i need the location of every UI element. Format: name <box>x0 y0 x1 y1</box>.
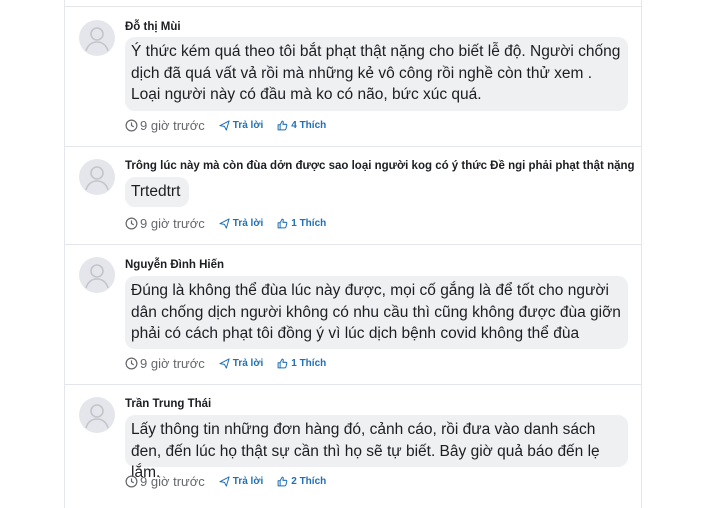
reply-button[interactable]: Trả lời <box>219 218 263 229</box>
paper-plane-icon <box>219 475 230 487</box>
comment-author: Nguyễn Đình Hiến <box>125 259 225 271</box>
time-label: 9 giờ trước <box>140 473 205 489</box>
reply-label: Trả lời <box>232 119 264 131</box>
comment-time: 9 giờ trước <box>125 216 205 231</box>
like-button[interactable]: 2 Thích <box>277 476 326 487</box>
paper-plane-icon <box>219 357 230 369</box>
comment-actions: 9 giờ trước Trả lời 1 Thích <box>125 215 326 231</box>
comment-time: 9 giờ trước <box>125 118 205 133</box>
paper-plane-icon <box>219 217 230 229</box>
comment-text: Lấy thông tin những đơn hàng đó, cảnh cá… <box>125 415 628 481</box>
comment-author: Trần Trung Thái <box>125 398 212 410</box>
time-label: 9 giờ trước <box>140 355 205 371</box>
user-silhouette-icon <box>85 264 109 289</box>
user-silhouette-icon <box>85 404 109 429</box>
paper-plane-icon <box>219 119 230 131</box>
clock-icon <box>125 357 138 369</box>
like-label: 2 Thích <box>291 475 327 487</box>
user-silhouette-icon <box>85 27 109 52</box>
comments-panel: Đỗ thị Mùi Ý thức kém quá theo tôi bắt p… <box>64 0 642 508</box>
reply-button[interactable]: Trả lời <box>219 358 263 369</box>
comment-text: Ý thức kém quá theo tôi bắt phạt thật nặ… <box>125 37 628 111</box>
comment-actions: 9 giờ trước Trả lời 2 Thích <box>125 473 326 489</box>
avatar <box>79 159 115 195</box>
like-label: 4 Thích <box>291 119 327 131</box>
thumbs-up-icon <box>277 218 288 228</box>
comment-actions: 9 giờ trước Trả lời 4 Thích <box>125 117 326 133</box>
avatar <box>79 397 115 433</box>
avatar <box>79 257 115 293</box>
time-label: 9 giờ trước <box>140 215 205 231</box>
thumbs-up-icon <box>277 120 288 130</box>
divider <box>65 244 641 245</box>
divider <box>65 6 641 7</box>
divider <box>65 384 641 385</box>
thumbs-up-icon <box>277 476 288 486</box>
comment-text: Trtedtrt <box>125 177 189 207</box>
clock-icon <box>125 217 138 229</box>
reply-label: Trả lời <box>232 357 264 369</box>
comment-author: Trông lúc này mà còn đùa dởn được sao lo… <box>125 160 635 172</box>
time-label: 9 giờ trước <box>140 117 205 133</box>
like-button[interactable]: 1 Thích <box>277 358 326 369</box>
reply-button[interactable]: Trả lời <box>219 476 263 487</box>
like-button[interactable]: 1 Thích <box>277 218 326 229</box>
reply-button[interactable]: Trả lời <box>219 120 263 131</box>
clock-icon <box>125 475 138 487</box>
like-label: 1 Thích <box>291 217 327 229</box>
comment-author: Đỗ thị Mùi <box>125 21 181 33</box>
comment-text: Đúng là không thể đùa lúc này được, mọi … <box>125 276 628 349</box>
thumbs-up-icon <box>277 358 288 368</box>
clock-icon <box>125 119 138 131</box>
reply-label: Trả lời <box>232 475 264 487</box>
divider <box>65 146 641 147</box>
like-button[interactable]: 4 Thích <box>277 120 326 131</box>
avatar <box>79 20 115 56</box>
comment-time: 9 giờ trước <box>125 356 205 371</box>
user-silhouette-icon <box>85 166 109 191</box>
comment-time: 9 giờ trước <box>125 474 205 489</box>
reply-label: Trả lời <box>232 217 264 229</box>
comment-actions: 9 giờ trước Trả lời 1 Thích <box>125 355 326 371</box>
like-label: 1 Thích <box>291 357 327 369</box>
